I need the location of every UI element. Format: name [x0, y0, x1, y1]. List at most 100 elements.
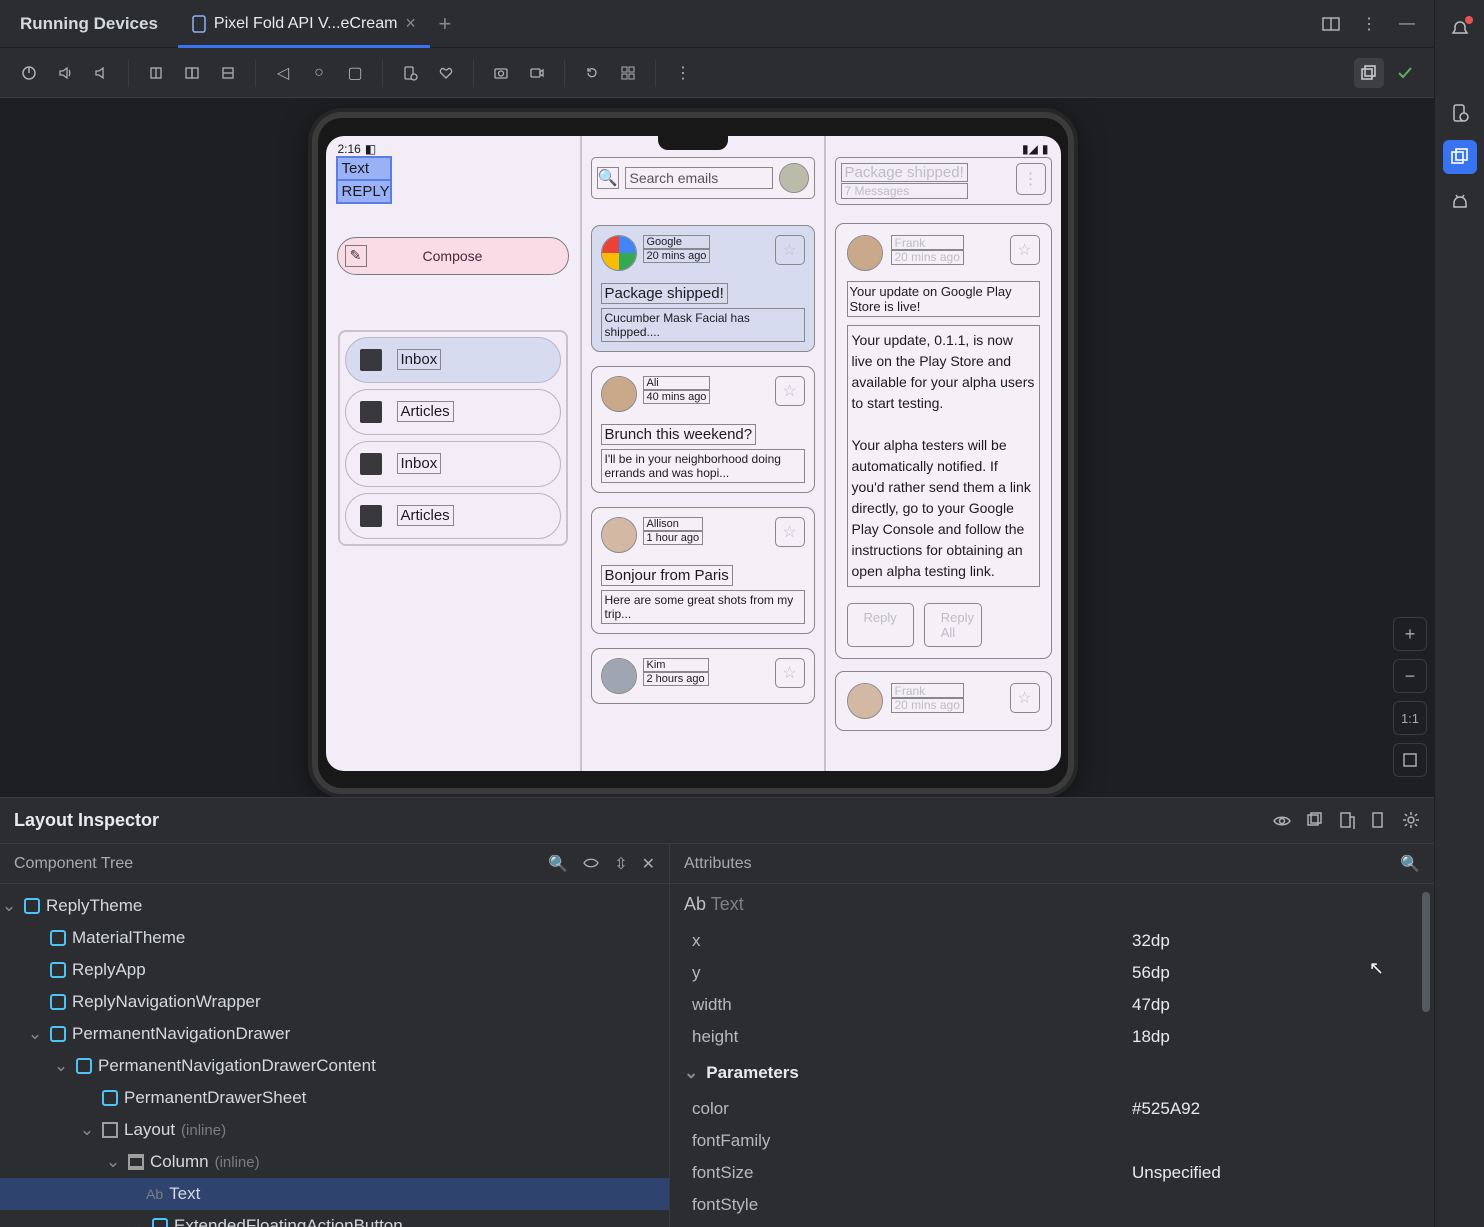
right-tool-rail: [1434, 0, 1484, 1227]
email-card[interactable]: Google20 mins ago ☆ Package shipped! Cuc…: [592, 226, 814, 351]
back-icon[interactable]: ◁: [268, 58, 298, 88]
check-icon[interactable]: [1390, 58, 1420, 88]
sender-avatar: [848, 684, 882, 718]
attributes-list[interactable]: ↖ Ab Text x32dp y56dp width47dp height18…: [670, 884, 1434, 1227]
heart-icon[interactable]: [431, 58, 461, 88]
layout-inspector-icon[interactable]: [1443, 140, 1477, 174]
sender-avatar: [602, 659, 636, 693]
chat-icon: [360, 453, 382, 475]
tree-node[interactable]: ⌄ReplyTheme: [0, 890, 669, 922]
rotate-left-icon[interactable]: [141, 58, 171, 88]
volume-up-icon[interactable]: [50, 58, 80, 88]
more-icon[interactable]: ⋮: [1358, 13, 1380, 35]
nav-drawer: Text REPLY ✎ Compose Inbox Articles Inbo…: [326, 136, 582, 771]
email-card[interactable]: Kim2 hours ago ☆: [592, 649, 814, 703]
zoom-controls: + − 1:1: [1386, 98, 1434, 797]
overview-icon[interactable]: ▢: [340, 58, 370, 88]
tree-node[interactable]: ReplyApp: [0, 954, 669, 986]
tree-node[interactable]: PermanentDrawerSheet: [0, 1082, 669, 1114]
message-card[interactable]: Frank20 mins ago ☆ Your update on Google…: [836, 224, 1051, 658]
edit-icon: ✎: [346, 246, 366, 266]
tab-label: Pixel Fold API V...eCream: [214, 15, 398, 33]
device-toolbar: ◁ ○ ▢ ⋮: [0, 48, 1434, 98]
eye-icon[interactable]: [582, 854, 600, 874]
tree-node[interactable]: MaterialTheme: [0, 922, 669, 954]
email-card[interactable]: Ali40 mins ago ☆ Brunch this weekend? I'…: [592, 367, 814, 492]
record-icon[interactable]: [522, 58, 552, 88]
device-screen[interactable]: 2:16◧ ▮◢▮ Text REPLY ✎ Compose: [326, 136, 1061, 771]
nav-item-articles[interactable]: Articles: [346, 390, 560, 434]
thread-header: Package shipped!7 Messages ⋮: [836, 158, 1051, 204]
device-select-icon[interactable]: [1370, 811, 1388, 831]
export-icon[interactable]: [1338, 811, 1356, 831]
tree-node[interactable]: ⌄PermanentNavigationDrawer: [0, 1018, 669, 1050]
search-bar[interactable]: 🔍 Search emails: [592, 158, 814, 198]
star-icon[interactable]: ☆: [776, 659, 804, 687]
settings-icon[interactable]: [1402, 811, 1420, 831]
minimize-icon[interactable]: —: [1396, 13, 1418, 35]
sender-avatar: [602, 518, 636, 552]
device-explorer-icon[interactable]: [1443, 96, 1477, 130]
power-icon[interactable]: [14, 58, 44, 88]
star-icon[interactable]: ☆: [1011, 684, 1039, 712]
tree-node[interactable]: ReplyNavigationWrapper: [0, 986, 669, 1018]
article-icon: [360, 401, 382, 423]
layout-inspector-panel: Layout Inspector Component Tree 🔍 ⇳ ✕: [0, 797, 1434, 1227]
zoom-out-button[interactable]: −: [1393, 659, 1427, 693]
zoom-reset-button[interactable]: 1:1: [1393, 701, 1427, 735]
reply-all-button[interactable]: Reply All: [925, 604, 981, 646]
notifications-icon[interactable]: [1443, 12, 1477, 46]
zoom-fit-button[interactable]: [1393, 743, 1427, 777]
search-icon: 🔍: [598, 168, 618, 188]
volume-down-icon[interactable]: [86, 58, 116, 88]
snapshot-icon[interactable]: [1306, 811, 1324, 831]
avatar[interactable]: [780, 164, 808, 192]
tab-device[interactable]: Pixel Fold API V...eCream ×: [178, 0, 430, 47]
tree-node-selected[interactable]: AbText: [0, 1178, 669, 1210]
device-frame: 2:16◧ ▮◢▮ Text REPLY ✎ Compose: [312, 112, 1074, 794]
nav-item-inbox-2[interactable]: Inbox: [346, 442, 560, 486]
phone-icon: [192, 15, 206, 33]
tree-node[interactable]: ⌄ExtendedFloatingActionButton: [0, 1210, 669, 1227]
message-card[interactable]: Frank20 mins ago ☆: [836, 672, 1051, 730]
fold-icon[interactable]: [213, 58, 243, 88]
tabs-bar: Running Devices Pixel Fold API V...eCrea…: [0, 0, 1434, 48]
scrollbar[interactable]: [1422, 892, 1430, 1012]
compose-button[interactable]: ✎ Compose: [338, 238, 568, 274]
message-pane: Package shipped!7 Messages ⋮ Frank20 min…: [826, 136, 1061, 771]
home-icon[interactable]: ○: [304, 58, 334, 88]
star-icon[interactable]: ☆: [776, 377, 804, 405]
stack-icon[interactable]: [1354, 58, 1384, 88]
visibility-icon[interactable]: [1272, 811, 1292, 831]
tree-node[interactable]: ⌄Column(inline): [0, 1146, 669, 1178]
zoom-in-button[interactable]: +: [1393, 617, 1427, 651]
email-card[interactable]: Allison1 hour ago ☆ Bonjour from Paris H…: [592, 508, 814, 633]
search-icon[interactable]: 🔍: [548, 854, 568, 874]
search-icon[interactable]: 🔍: [1400, 854, 1420, 874]
component-tree[interactable]: ⌄ReplyTheme MaterialTheme ReplyApp Reply…: [0, 884, 669, 1227]
tree-node[interactable]: ⌄PermanentNavigationDrawerContent: [0, 1050, 669, 1082]
nav-item-articles-2[interactable]: Articles: [346, 494, 560, 538]
screenshot-icon[interactable]: [486, 58, 516, 88]
reload-icon[interactable]: [577, 58, 607, 88]
tiles-icon[interactable]: [613, 58, 643, 88]
rotate-right-icon[interactable]: [177, 58, 207, 88]
star-icon[interactable]: ☆: [776, 236, 804, 264]
search-input[interactable]: Search emails: [626, 168, 772, 188]
layout-toggle-icon[interactable]: [1320, 13, 1342, 35]
nav-item-inbox[interactable]: Inbox: [346, 338, 560, 382]
more-icon[interactable]: ⋮: [1017, 164, 1045, 194]
toolbar-more-icon[interactable]: ⋮: [668, 58, 698, 88]
new-tab-button[interactable]: +: [430, 11, 460, 37]
collapse-icon[interactable]: ✕: [642, 854, 655, 874]
close-icon[interactable]: ×: [405, 13, 416, 34]
expand-icon[interactable]: ⇳: [614, 854, 627, 874]
star-icon[interactable]: ☆: [1011, 236, 1039, 264]
tree-node[interactable]: ⌄Layout(inline): [0, 1114, 669, 1146]
device-mgr-icon[interactable]: [395, 58, 425, 88]
email-list-pane: 🔍 Search emails Google20 mins ago ☆: [582, 136, 826, 771]
android-icon[interactable]: [1443, 184, 1477, 218]
running-devices-title: Running Devices: [10, 14, 178, 34]
reply-button[interactable]: Reply: [848, 604, 913, 646]
star-icon[interactable]: ☆: [776, 518, 804, 546]
